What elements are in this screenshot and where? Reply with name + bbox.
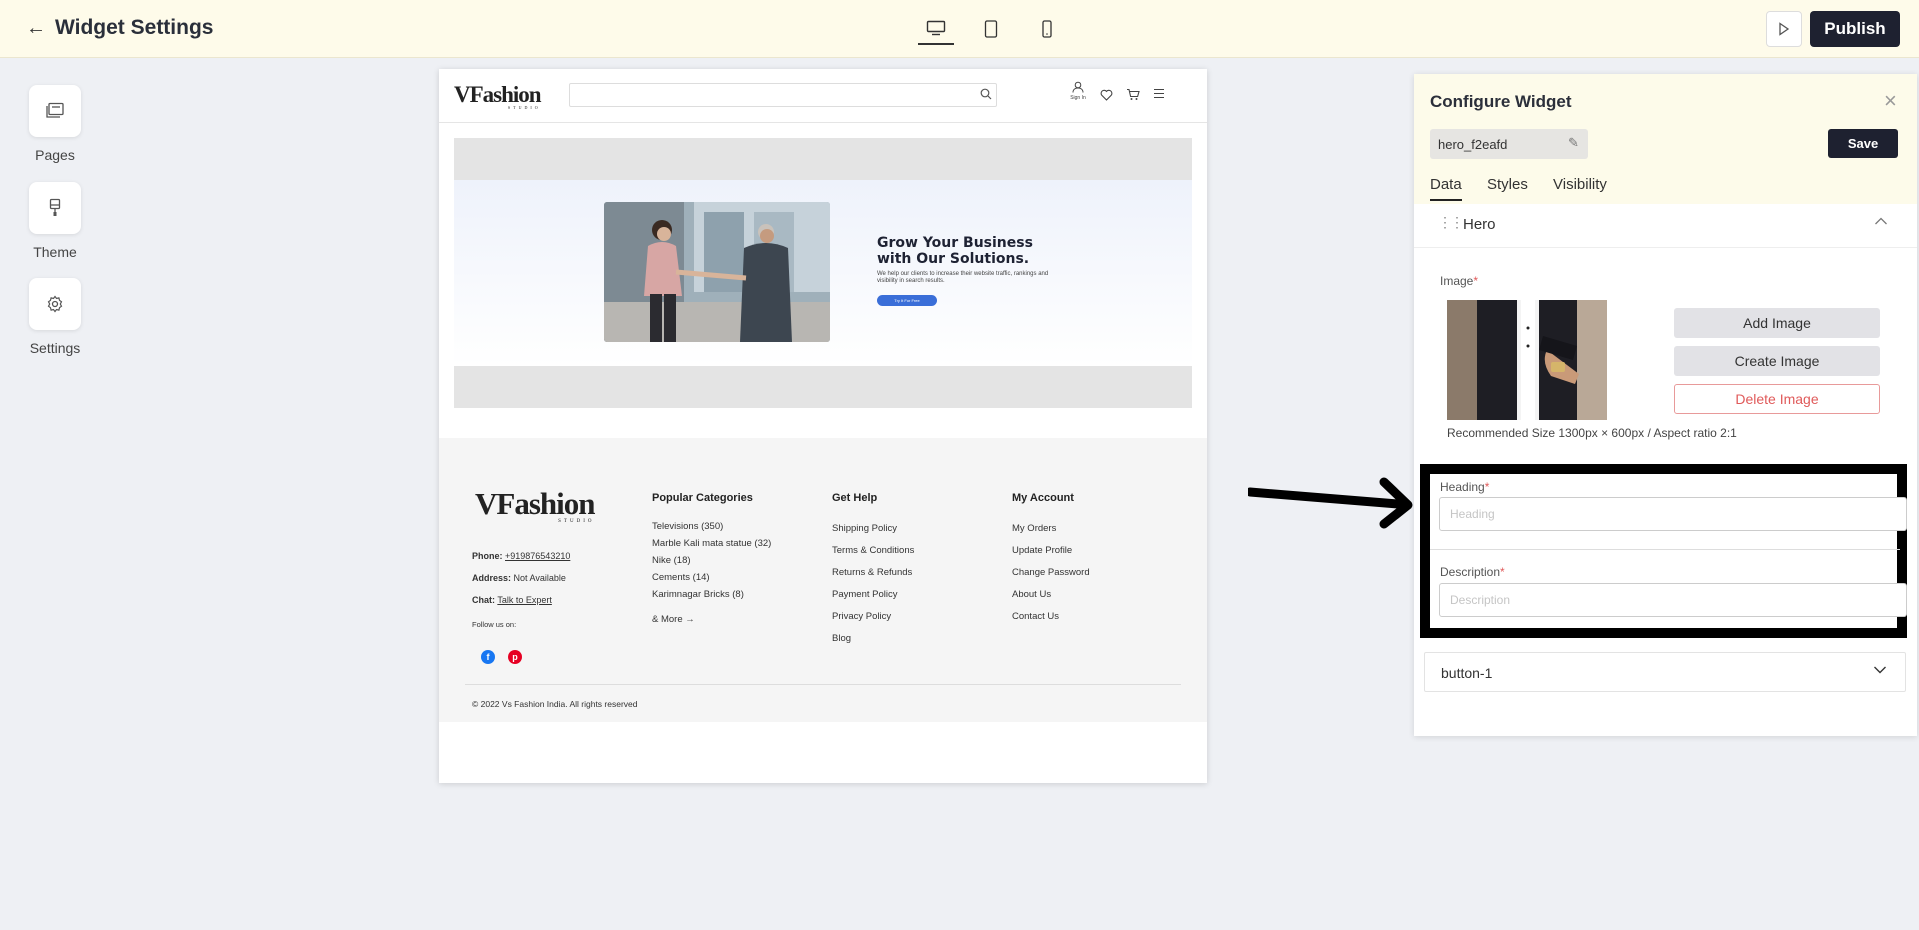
- phone-link[interactable]: +919876543210: [505, 551, 570, 561]
- widget-id-field[interactable]: hero_f2eafd ✎: [1430, 129, 1588, 159]
- hero-image: [604, 202, 830, 342]
- heading-input[interactable]: [1439, 497, 1907, 531]
- heart-icon[interactable]: [1100, 89, 1113, 104]
- preview-logo[interactable]: VFashion STUDIO: [454, 82, 542, 110]
- tablet-view-icon[interactable]: [978, 16, 1004, 42]
- footer-chat: Chat: Talk to Expert: [472, 595, 552, 605]
- mobile-view-icon[interactable]: [1034, 16, 1060, 42]
- footer-link[interactable]: Change Password: [1012, 562, 1090, 584]
- section-title: Hero: [1463, 216, 1496, 233]
- delete-image-button[interactable]: Delete Image: [1674, 384, 1880, 414]
- field-divider: [1430, 549, 1900, 550]
- pencil-icon[interactable]: ✎: [1568, 135, 1579, 151]
- panel-header: Configure Widget × hero_f2eafd ✎ Save Da…: [1414, 74, 1917, 204]
- footer-link[interactable]: Returns & Refunds: [832, 562, 914, 584]
- brush-icon: [29, 182, 81, 234]
- footer-link[interactable]: Karimnagar Bricks (8): [652, 586, 771, 603]
- tab-styles[interactable]: Styles: [1487, 176, 1528, 199]
- footer-link[interactable]: Televisions (350): [652, 518, 771, 535]
- preview-header: VFashion STUDIO Sign In: [439, 69, 1207, 123]
- sidebar-label-theme: Theme: [33, 244, 77, 260]
- configure-widget-panel: Configure Widget × hero_f2eafd ✎ Save Da…: [1414, 74, 1917, 736]
- pinterest-icon[interactable]: p: [508, 650, 522, 664]
- footer-link[interactable]: Contact Us: [1012, 606, 1090, 628]
- footer-my-account: My Account My Orders Update Profile Chan…: [1012, 492, 1090, 628]
- preview-play-button[interactable]: [1766, 11, 1802, 47]
- pages-icon: [29, 85, 81, 137]
- footer-more-link[interactable]: & More →: [652, 611, 771, 628]
- close-icon[interactable]: ×: [1884, 88, 1897, 114]
- footer-link[interactable]: Shipping Policy: [832, 518, 914, 540]
- footer-phone: Phone: +919876543210: [472, 551, 571, 561]
- footer-link[interactable]: Blog: [832, 628, 914, 650]
- hero-cta-button[interactable]: Try It For Free: [877, 295, 937, 306]
- tab-data[interactable]: Data: [1430, 176, 1462, 201]
- image-label: Image*: [1440, 274, 1479, 288]
- footer-link[interactable]: Privacy Policy: [832, 606, 914, 628]
- footer-link[interactable]: Update Profile: [1012, 540, 1090, 562]
- tab-visibility[interactable]: Visibility: [1553, 176, 1607, 199]
- footer-copyright: © 2022 Vs Fashion India. All rights rese…: [472, 699, 638, 709]
- user-icon[interactable]: Sign In: [1067, 81, 1089, 101]
- facebook-icon[interactable]: f: [481, 650, 495, 664]
- footer-address: Address: Not Available: [472, 573, 566, 583]
- footer-logo[interactable]: VFashion STUDIO: [475, 486, 595, 524]
- footer-divider: [465, 684, 1181, 685]
- annotation-arrow-icon: [1248, 477, 1413, 529]
- footer-popular-categories: Popular Categories Televisions (350) Mar…: [652, 492, 771, 628]
- sidebar-label-settings: Settings: [29, 340, 81, 356]
- footer-link[interactable]: My Orders: [1012, 518, 1090, 540]
- footer-link[interactable]: Payment Policy: [832, 584, 914, 606]
- preview-footer: VFashion STUDIO Phone: +919876543210 Add…: [439, 438, 1207, 722]
- publish-button[interactable]: Publish: [1810, 11, 1900, 47]
- footer-follow-label: Follow us on:: [472, 620, 517, 629]
- top-bar: ← Widget Settings Publish: [0, 0, 1919, 58]
- chat-link[interactable]: Talk to Expert: [497, 595, 552, 605]
- drag-handle-icon[interactable]: ⋮⋮: [1438, 214, 1464, 231]
- menu-icon[interactable]: [1153, 88, 1165, 102]
- footer-link[interactable]: Nike (18): [652, 552, 771, 569]
- preview-search-input[interactable]: [569, 83, 997, 107]
- sidebar-label-pages: Pages: [35, 147, 75, 163]
- hero-description: We help our clients to increase their we…: [877, 271, 1049, 284]
- hero-banner: Grow Your Business with Our Solutions. W…: [454, 180, 1192, 366]
- footer-link[interactable]: Marble Kali mata statue (32): [652, 535, 771, 552]
- search-icon[interactable]: [980, 87, 992, 105]
- hero-section-header[interactable]: ⋮⋮ Hero: [1414, 204, 1917, 248]
- footer-get-help: Get Help Shipping Policy Terms & Conditi…: [832, 492, 914, 650]
- chevron-down-icon[interactable]: [1873, 662, 1887, 678]
- add-image-button[interactable]: Add Image: [1674, 308, 1880, 338]
- footer-link[interactable]: About Us: [1012, 584, 1090, 606]
- panel-title: Configure Widget: [1430, 92, 1572, 111]
- save-button[interactable]: Save: [1828, 129, 1898, 158]
- sidebar-item-pages[interactable]: Pages: [0, 85, 110, 163]
- description-input[interactable]: [1439, 583, 1907, 617]
- desktop-view-icon[interactable]: [918, 13, 954, 45]
- chevron-up-icon[interactable]: [1874, 213, 1888, 229]
- description-label: Description*: [1440, 565, 1505, 579]
- recommended-size-note: Recommended Size 1300px × 600px / Aspect…: [1447, 426, 1737, 440]
- sidebar-item-theme[interactable]: Theme: [0, 182, 110, 260]
- heading-label: Heading*: [1440, 480, 1490, 494]
- play-icon: [1779, 22, 1790, 36]
- cart-icon[interactable]: [1126, 88, 1140, 104]
- button-1-accordion[interactable]: button-1: [1424, 652, 1906, 692]
- page-title: Widget Settings: [55, 16, 214, 39]
- footer-link[interactable]: Cements (14): [652, 569, 771, 586]
- image-thumbnail: [1447, 300, 1607, 420]
- sidebar-item-settings[interactable]: Settings: [0, 278, 110, 356]
- create-image-button[interactable]: Create Image: [1674, 346, 1880, 376]
- footer-link[interactable]: Terms & Conditions: [832, 540, 914, 562]
- hero-heading: Grow Your Business with Our Solutions.: [877, 235, 1033, 267]
- preview-hero-section[interactable]: Grow Your Business with Our Solutions. W…: [454, 138, 1192, 408]
- site-preview-canvas: VFashion STUDIO Sign In Grow Your Busine…: [439, 69, 1207, 783]
- gear-icon: [29, 278, 81, 330]
- back-arrow-icon[interactable]: ←: [26, 17, 46, 40]
